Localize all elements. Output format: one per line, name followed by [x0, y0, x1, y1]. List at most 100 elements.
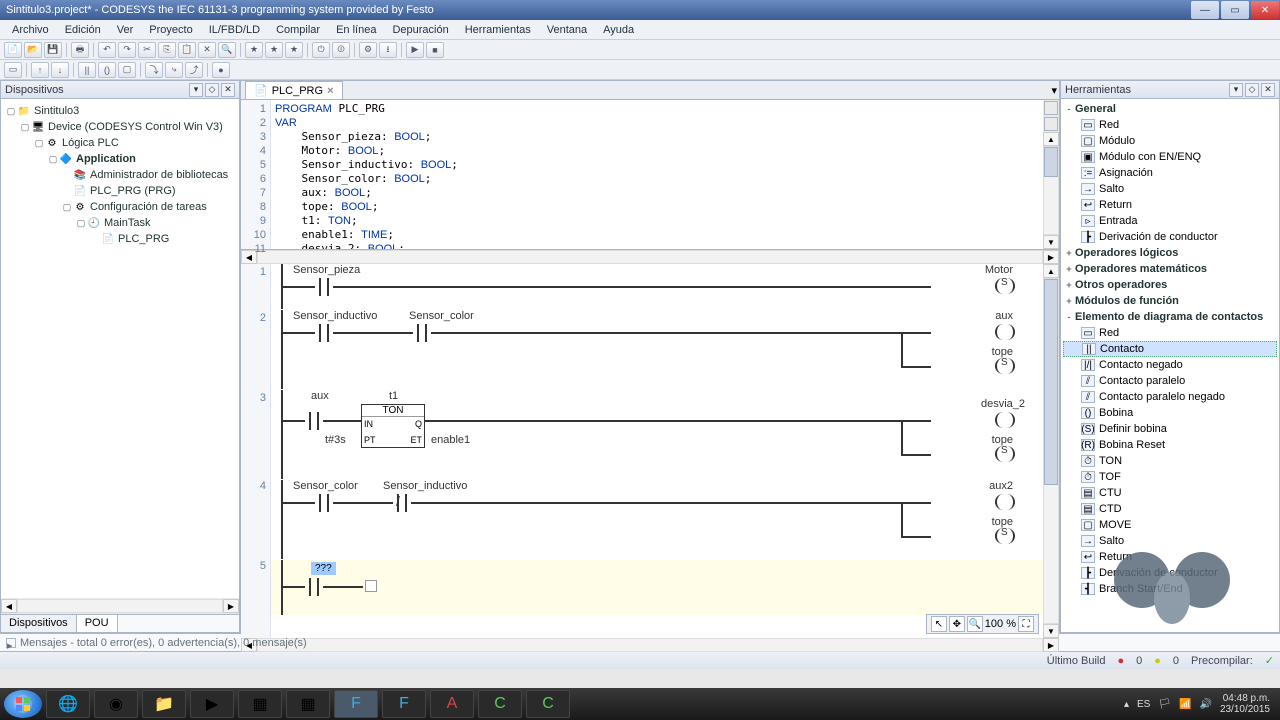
- rung-5[interactable]: ???: [271, 560, 1043, 616]
- new-contact-label[interactable]: ???: [311, 562, 336, 575]
- declaration-editor[interactable]: 1234567891011 PROGRAM PLC_PRG VAR Sensor…: [241, 100, 1059, 250]
- bookmark-next-icon[interactable]: ★: [265, 42, 283, 58]
- tool-ld-contacto[interactable]: ||Contacto: [1063, 341, 1277, 357]
- tray-arrow-icon[interactable]: ▴: [1124, 699, 1129, 710]
- tool-asignacion[interactable]: :=Asignación: [1063, 165, 1277, 181]
- open-icon[interactable]: 📂: [24, 42, 42, 58]
- tool-ld-ton[interactable]: ⏱TON: [1063, 453, 1277, 469]
- start-icon[interactable]: ▶: [406, 42, 424, 58]
- find-icon[interactable]: 🔍: [218, 42, 236, 58]
- menu-compilar[interactable]: Compilar: [268, 22, 328, 38]
- panel-menu-icon[interactable]: ▾: [189, 83, 203, 97]
- tool-ld-tof[interactable]: ⏱TOF: [1063, 469, 1277, 485]
- taskbar-camrec[interactable]: C: [526, 690, 570, 718]
- menu-depuracion[interactable]: Depuración: [384, 22, 456, 38]
- contact-negated[interactable]: /: [393, 494, 411, 512]
- coil-set[interactable]: S: [995, 278, 1015, 294]
- block-tool-icon[interactable]: ▢: [118, 62, 136, 78]
- new-icon[interactable]: 📄: [4, 42, 22, 58]
- build-icon[interactable]: ⚙: [359, 42, 377, 58]
- tab-plc-prg[interactable]: 📄 PLC_PRG ×: [245, 81, 343, 99]
- ladder-editor[interactable]: 12345 Sensor_pieza Motor S: [241, 264, 1059, 638]
- tool-ld-bobina-reset[interactable]: (R)Bobina Reset: [1063, 437, 1277, 453]
- code-vscroll[interactable]: ▲▼: [1043, 100, 1059, 249]
- editor-menu-icon[interactable]: ▾: [1051, 84, 1057, 97]
- tray-flag-icon[interactable]: 🏳: [1158, 699, 1171, 710]
- download-icon[interactable]: ⭳: [379, 42, 397, 58]
- maximize-button[interactable]: ▭: [1221, 1, 1249, 19]
- tool-red[interactable]: ▭Red: [1063, 117, 1277, 133]
- taskbar-camtasia[interactable]: C: [478, 690, 522, 718]
- print-icon[interactable]: 🖶: [71, 42, 89, 58]
- panel-pin-icon[interactable]: ◇: [1245, 83, 1259, 97]
- rung-2[interactable]: Sensor_inductivo Sensor_color aux tope: [271, 310, 1043, 390]
- zoom-icon[interactable]: 🔍: [967, 616, 983, 632]
- tab-close-icon[interactable]: ×: [327, 85, 333, 97]
- taskbar-autocad[interactable]: A: [430, 690, 474, 718]
- device-tree[interactable]: ▢📁Sintitulo3 ▢🖥Device (CODESYS Control W…: [1, 99, 239, 598]
- tool-return[interactable]: ↩Return: [1063, 197, 1277, 213]
- stepinto-icon[interactable]: ⤷: [165, 62, 183, 78]
- tool-ld-bobina-set[interactable]: (S)Definir bobina: [1063, 421, 1277, 437]
- close-button[interactable]: ✕: [1251, 1, 1279, 19]
- contact[interactable]: [315, 278, 333, 296]
- pan-icon[interactable]: ✥: [949, 616, 965, 632]
- tool-modulo[interactable]: ▢Módulo: [1063, 133, 1277, 149]
- tool-ld-bobina[interactable]: ()Bobina: [1063, 405, 1277, 421]
- undo-icon[interactable]: ↶: [98, 42, 116, 58]
- redo-icon[interactable]: ↷: [118, 42, 136, 58]
- lang-indicator[interactable]: ES: [1137, 699, 1150, 710]
- logout-icon[interactable]: ⏼: [332, 42, 350, 58]
- contact[interactable]: [305, 412, 323, 430]
- taskbar-app2[interactable]: ▦: [286, 690, 330, 718]
- coil-set[interactable]: S: [995, 358, 1015, 374]
- tool-ld-move[interactable]: ▢MOVE: [1063, 517, 1277, 533]
- textview-icon[interactable]: [1044, 117, 1058, 131]
- stepover-icon[interactable]: ⤵: [145, 62, 163, 78]
- network-icon[interactable]: ▭: [4, 62, 22, 78]
- save-icon[interactable]: 💾: [44, 42, 62, 58]
- copy-icon[interactable]: ⎘: [158, 42, 176, 58]
- menu-archivo[interactable]: Archivo: [4, 22, 57, 38]
- taskbar-media[interactable]: ▶: [190, 690, 234, 718]
- contact[interactable]: [315, 494, 333, 512]
- overview-icon[interactable]: [1044, 101, 1058, 115]
- menu-proyecto[interactable]: Proyecto: [141, 22, 200, 38]
- insert-above-icon[interactable]: ↑: [31, 62, 49, 78]
- zoom-fit-icon[interactable]: ⛶: [1018, 616, 1034, 632]
- contact-tool-icon[interactable]: ||: [78, 62, 96, 78]
- rung-1[interactable]: Sensor_pieza Motor S: [271, 264, 1043, 310]
- tool-ld-contacto-parneg[interactable]: ⫽Contacto paralelo negado: [1063, 389, 1277, 405]
- taskbar-festo[interactable]: F: [334, 690, 378, 718]
- menu-enlinea[interactable]: En línea: [328, 22, 384, 38]
- bookmark-icon[interactable]: ★: [245, 42, 263, 58]
- ladder-vscroll[interactable]: ▲▼: [1043, 264, 1059, 638]
- panel-pin-icon[interactable]: ◇: [205, 83, 219, 97]
- panel-close-icon[interactable]: ✕: [1261, 83, 1275, 97]
- cut-icon[interactable]: ✂: [138, 42, 156, 58]
- taskbar-explorer[interactable]: 📁: [142, 690, 186, 718]
- tool-ld-contacto-neg[interactable]: |/|Contacto negado: [1063, 357, 1277, 373]
- taskbar-chrome[interactable]: ◉: [94, 690, 138, 718]
- contact[interactable]: [315, 324, 333, 342]
- menu-ayuda[interactable]: Ayuda: [595, 22, 642, 38]
- contact[interactable]: [413, 324, 431, 342]
- minimize-button[interactable]: —: [1191, 1, 1219, 19]
- bookmark-prev-icon[interactable]: ★: [285, 42, 303, 58]
- menu-ventana[interactable]: Ventana: [539, 22, 595, 38]
- rung-3[interactable]: aux t1 TON IN Q PT ET t#3s en: [271, 390, 1043, 480]
- tree-hscroll[interactable]: ◀▶: [1, 598, 239, 614]
- rung-4[interactable]: Sensor_color Sensor_inductivo / aux2 top…: [271, 480, 1043, 560]
- ladder-hscroll[interactable]: ◀▶: [241, 638, 1059, 652]
- insert-below-icon[interactable]: ↓: [51, 62, 69, 78]
- tool-ld-ctu[interactable]: ▤CTU: [1063, 485, 1277, 501]
- coil[interactable]: [995, 494, 1015, 510]
- coil-set[interactable]: S: [995, 528, 1015, 544]
- panel-close-icon[interactable]: ✕: [221, 83, 235, 97]
- stop-icon[interactable]: ■: [426, 42, 444, 58]
- ton-block[interactable]: TON IN Q PT ET: [361, 404, 425, 448]
- code-hscroll[interactable]: ◀▶: [241, 250, 1059, 264]
- code-body[interactable]: PROGRAM PLC_PRG VAR Sensor_pieza: BOOL; …: [271, 100, 1043, 249]
- coil-set[interactable]: S: [995, 446, 1015, 462]
- coil[interactable]: [995, 324, 1015, 340]
